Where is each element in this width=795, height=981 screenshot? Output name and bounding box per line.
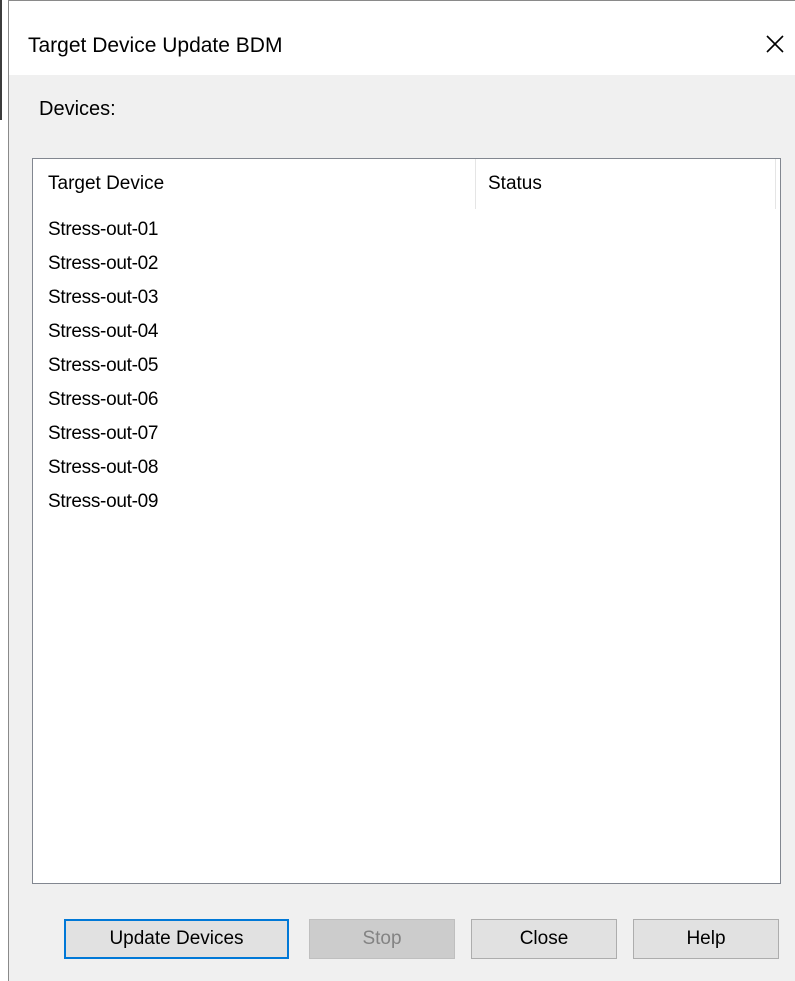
list-item[interactable]: Stress-out-04 bbox=[48, 315, 158, 349]
help-button[interactable]: Help bbox=[633, 919, 779, 959]
devices-label: Devices: bbox=[39, 98, 116, 120]
background-window-edge bbox=[0, 0, 2, 120]
window-title: Target Device Update BDM bbox=[28, 34, 283, 57]
close-button[interactable]: Close bbox=[471, 919, 617, 959]
list-item[interactable]: Stress-out-06 bbox=[48, 383, 158, 417]
column-header-status[interactable]: Status bbox=[476, 159, 776, 209]
list-item[interactable]: Stress-out-01 bbox=[48, 213, 158, 247]
list-item[interactable]: Stress-out-08 bbox=[48, 451, 158, 485]
column-header-target-device[interactable]: Target Device bbox=[33, 159, 476, 209]
close-icon[interactable] bbox=[755, 25, 795, 65]
devices-list[interactable]: Target Device Status Stress-out-01 Stres… bbox=[32, 158, 781, 884]
list-item[interactable]: Stress-out-09 bbox=[48, 485, 158, 519]
device-rows: Stress-out-01 Stress-out-02 Stress-out-0… bbox=[48, 213, 158, 519]
list-item[interactable]: Stress-out-05 bbox=[48, 349, 158, 383]
stop-button: Stop bbox=[309, 919, 455, 959]
list-item[interactable]: Stress-out-07 bbox=[48, 417, 158, 451]
update-devices-button[interactable]: Update Devices bbox=[64, 919, 289, 959]
list-item[interactable]: Stress-out-03 bbox=[48, 281, 158, 315]
list-item[interactable]: Stress-out-02 bbox=[48, 247, 158, 281]
title-bar: Target Device Update BDM bbox=[9, 1, 795, 75]
dialog-window: Target Device Update BDM Devices: Target… bbox=[8, 0, 795, 981]
